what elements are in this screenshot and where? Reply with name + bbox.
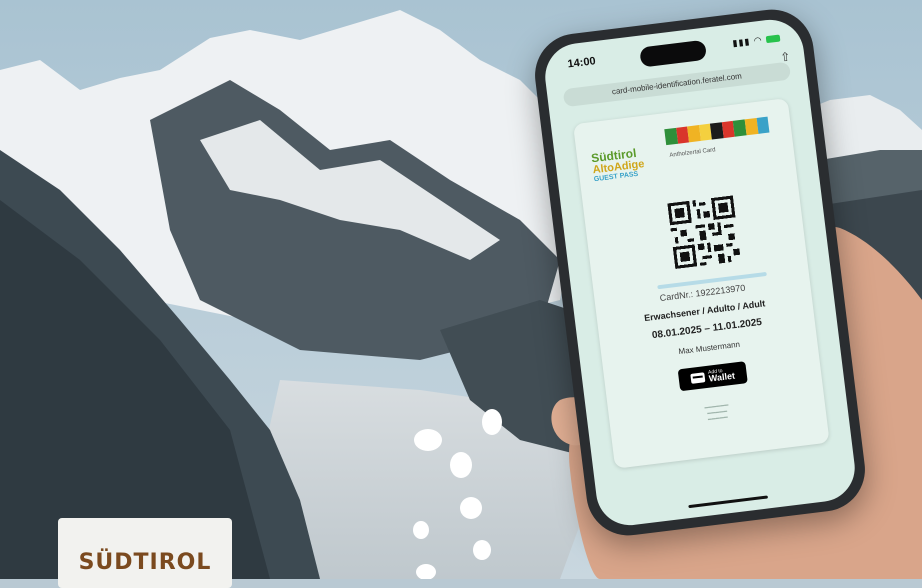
guest-pass-logo: Südtirol AltoAdige GUEST PASS [590,144,664,184]
signal-icon: ▮▮▮ [731,36,751,49]
suedtirol-logo-text: SÜDTIROL [78,550,212,575]
battery-icon [765,34,781,44]
status-time: 14:00 [566,55,597,71]
home-indicator [688,495,769,509]
color-stripe [756,116,770,134]
wifi-icon: ◠ [753,34,764,46]
wallet-label-2: Wallet [708,370,736,384]
guest-pass-card: Südtirol AltoAdige GUEST PASS Antholzert… [573,98,830,469]
qr-code [667,195,741,269]
color-stripes [664,116,770,146]
status-icons: ▮▮▮ ◠ [732,33,781,50]
add-to-wallet-button[interactable]: Add to Wallet [677,361,748,392]
card-footnote: ▬▬▬▬▬▬ ▬▬▬▬▬ ▬▬▬▬▬ [704,401,729,422]
phone-screen[interactable]: 14:00 ▮▮▮ ◠ ⇧ card-mobile-identification… [541,15,859,530]
wallet-icon [690,372,706,384]
url-bar[interactable]: card-mobile-identification.feratel.com [562,61,792,108]
card-name: Antholzertal Card [669,147,716,159]
suedtirol-logo: SÜDTIROL [58,518,232,588]
dynamic-island [639,39,708,68]
